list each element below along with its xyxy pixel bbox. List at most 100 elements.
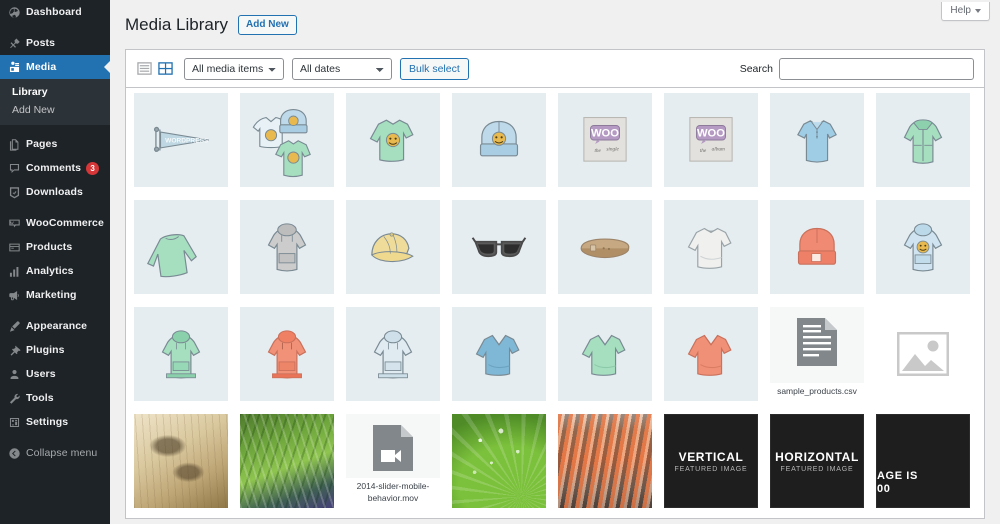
media-item[interactable] — [664, 200, 758, 294]
media-item[interactable] — [346, 93, 440, 187]
media-item[interactable] — [134, 200, 228, 294]
media-item[interactable]: WORDPRESS — [134, 93, 228, 187]
media-item[interactable] — [664, 307, 758, 401]
media-thumbnail-polo-blue — [770, 93, 864, 187]
media-thumbnail-belt — [558, 200, 652, 294]
sidebar-item-marketing[interactable]: Marketing — [0, 283, 110, 307]
media-thumbnail-woo-album: WOO the album — [664, 93, 758, 187]
list-view-icon[interactable] — [136, 61, 152, 77]
woo-single-art: WOO the single — [558, 93, 652, 187]
media-thumbnail-photo-glasses — [134, 414, 228, 508]
media-thumbnail-hoodie-lightblue — [346, 307, 440, 401]
media-library-wrap: Media Library Add New All media items Al… — [110, 0, 1000, 519]
media-thumbnail-cap-yellow — [346, 200, 440, 294]
media-item[interactable] — [452, 414, 546, 508]
media-item[interactable] — [558, 200, 652, 294]
vertical-featured-art: VERTICAL FEATURED IMAGE — [664, 414, 758, 508]
grid-view-icon[interactable] — [157, 61, 173, 77]
vneck-salmon-art — [664, 307, 758, 401]
sidebar-item-label: Dashboard — [26, 6, 82, 18]
media-thumbnail-beanie-blue — [452, 93, 546, 187]
media-item[interactable] — [240, 200, 334, 294]
cropped-text-line1: AGE IS — [877, 469, 918, 482]
media-thumbnail-hoodie-gray — [240, 200, 334, 294]
sidebar-item-settings[interactable]: Settings — [0, 410, 110, 434]
sidebar-item-downloads[interactable]: Downloads — [0, 180, 110, 204]
sidebar-item-media[interactable]: Media — [0, 55, 110, 79]
media-thumbnail-tshirt-green — [346, 93, 440, 187]
download-icon — [7, 185, 21, 199]
media-thumbnail-sunglasses — [452, 200, 546, 294]
sidebar-item-comments[interactable]: Comments 3 — [0, 156, 110, 180]
media-thumbnail-hoodie-salmon — [240, 307, 334, 401]
media-item[interactable] — [240, 93, 334, 187]
media-item[interactable]: WOO the single — [558, 93, 652, 187]
media-icon — [7, 60, 21, 74]
sidebar-item-label: Products — [26, 241, 73, 253]
media-item[interactable]: AGE IS 00 — [876, 414, 970, 508]
dashboard-icon — [7, 5, 21, 19]
brush-icon — [7, 319, 21, 333]
media-thumbnail-hoodie-green — [134, 307, 228, 401]
media-item[interactable] — [876, 93, 970, 187]
search-input[interactable] — [779, 57, 974, 80]
beanie-red-art — [770, 200, 864, 294]
hoodie-green-art — [134, 307, 228, 401]
submenu-item-library[interactable]: Library — [0, 83, 110, 101]
megaphone-icon — [7, 288, 21, 302]
sidebar-item-analytics[interactable]: Analytics — [0, 259, 110, 283]
media-item[interactable] — [346, 307, 440, 401]
sidebar-item-tools[interactable]: Tools — [0, 386, 110, 410]
media-thumbnail-photo-rock — [558, 414, 652, 508]
sidebar-item-woocommerce[interactable]: WooCommerce — [0, 211, 110, 235]
cropped-text-line2: 00 — [877, 483, 891, 496]
media-item[interactable] — [558, 414, 652, 508]
plugin-icon — [7, 343, 21, 357]
submenu-item-add-new[interactable]: Add New — [0, 101, 110, 119]
media-item[interactable] — [452, 200, 546, 294]
bulk-select-button[interactable]: Bulk select — [400, 57, 469, 80]
woo-album-art: WOO the album — [664, 93, 758, 187]
media-item[interactable] — [770, 200, 864, 294]
media-item[interactable] — [240, 307, 334, 401]
hoodie-gray-art — [240, 200, 334, 294]
media-item[interactable] — [134, 414, 228, 508]
sidebar-item-label: Pages — [26, 138, 58, 150]
collapse-menu-button[interactable]: Collapse menu — [0, 441, 110, 465]
screen-meta-links: Help — [941, 0, 990, 21]
sidebar-item-users[interactable]: Users — [0, 362, 110, 386]
media-item[interactable] — [452, 93, 546, 187]
sidebar-item-products[interactable]: Products — [0, 235, 110, 259]
media-item[interactable] — [876, 307, 970, 401]
media-thumbnail-hoodie-blue-logo — [876, 200, 970, 294]
sidebar-item-plugins[interactable]: Plugins — [0, 338, 110, 362]
media-item[interactable] — [876, 200, 970, 294]
media-item[interactable]: VERTICAL FEATURED IMAGE — [664, 414, 758, 508]
media-thumbnail-tshirt-white — [664, 200, 758, 294]
media-item[interactable] — [770, 93, 864, 187]
sidebar-item-appearance[interactable]: Appearance — [0, 314, 110, 338]
media-type-filter[interactable]: All media itemsImagesAudioVideoDocuments… — [184, 57, 284, 80]
page-header: Media Library Add New — [125, 12, 985, 38]
add-new-button[interactable]: Add New — [238, 15, 297, 35]
media-item[interactable] — [134, 307, 228, 401]
sidebar-item-dashboard[interactable]: Dashboard — [0, 0, 110, 24]
media-item[interactable] — [240, 414, 334, 508]
sidebar-item-pages[interactable]: Pages — [0, 132, 110, 156]
media-thumbnail-placeholder — [876, 307, 970, 401]
media-thumbnail-beanie-red — [770, 200, 864, 294]
media-thumbnail-vneck-blue — [452, 307, 546, 401]
media-thumbnail-longsleeve-green — [134, 200, 228, 294]
media-item[interactable] — [346, 200, 440, 294]
date-filter[interactable]: All dates — [292, 57, 392, 80]
media-item[interactable]: HORIZONTAL FEATURED IMAGE — [770, 414, 864, 508]
media-item[interactable]: WOO the album — [664, 93, 758, 187]
media-item[interactable]: sample_products.csv — [770, 307, 864, 401]
woocommerce-icon — [7, 216, 21, 230]
media-item[interactable]: 2014-slider-mobile-behavior.mov — [346, 414, 440, 508]
sidebar-item-posts[interactable]: Posts — [0, 31, 110, 55]
media-item[interactable] — [452, 307, 546, 401]
help-tab-button[interactable]: Help — [941, 2, 990, 21]
media-item[interactable] — [558, 307, 652, 401]
polo-blue-art — [770, 93, 864, 187]
